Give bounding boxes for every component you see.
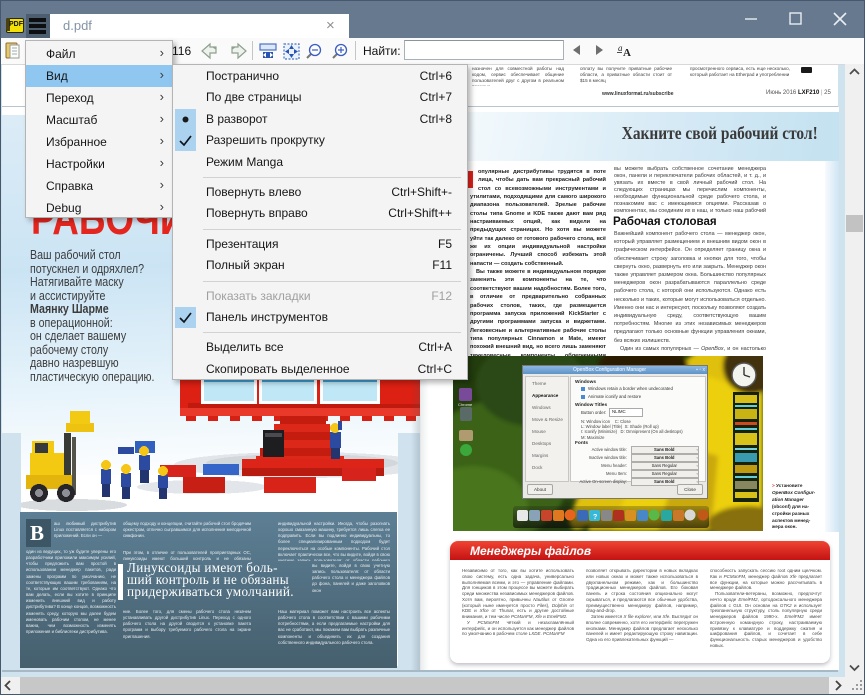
svg-text:?: ? <box>593 514 597 521</box>
svg-text:A: A <box>623 47 631 59</box>
